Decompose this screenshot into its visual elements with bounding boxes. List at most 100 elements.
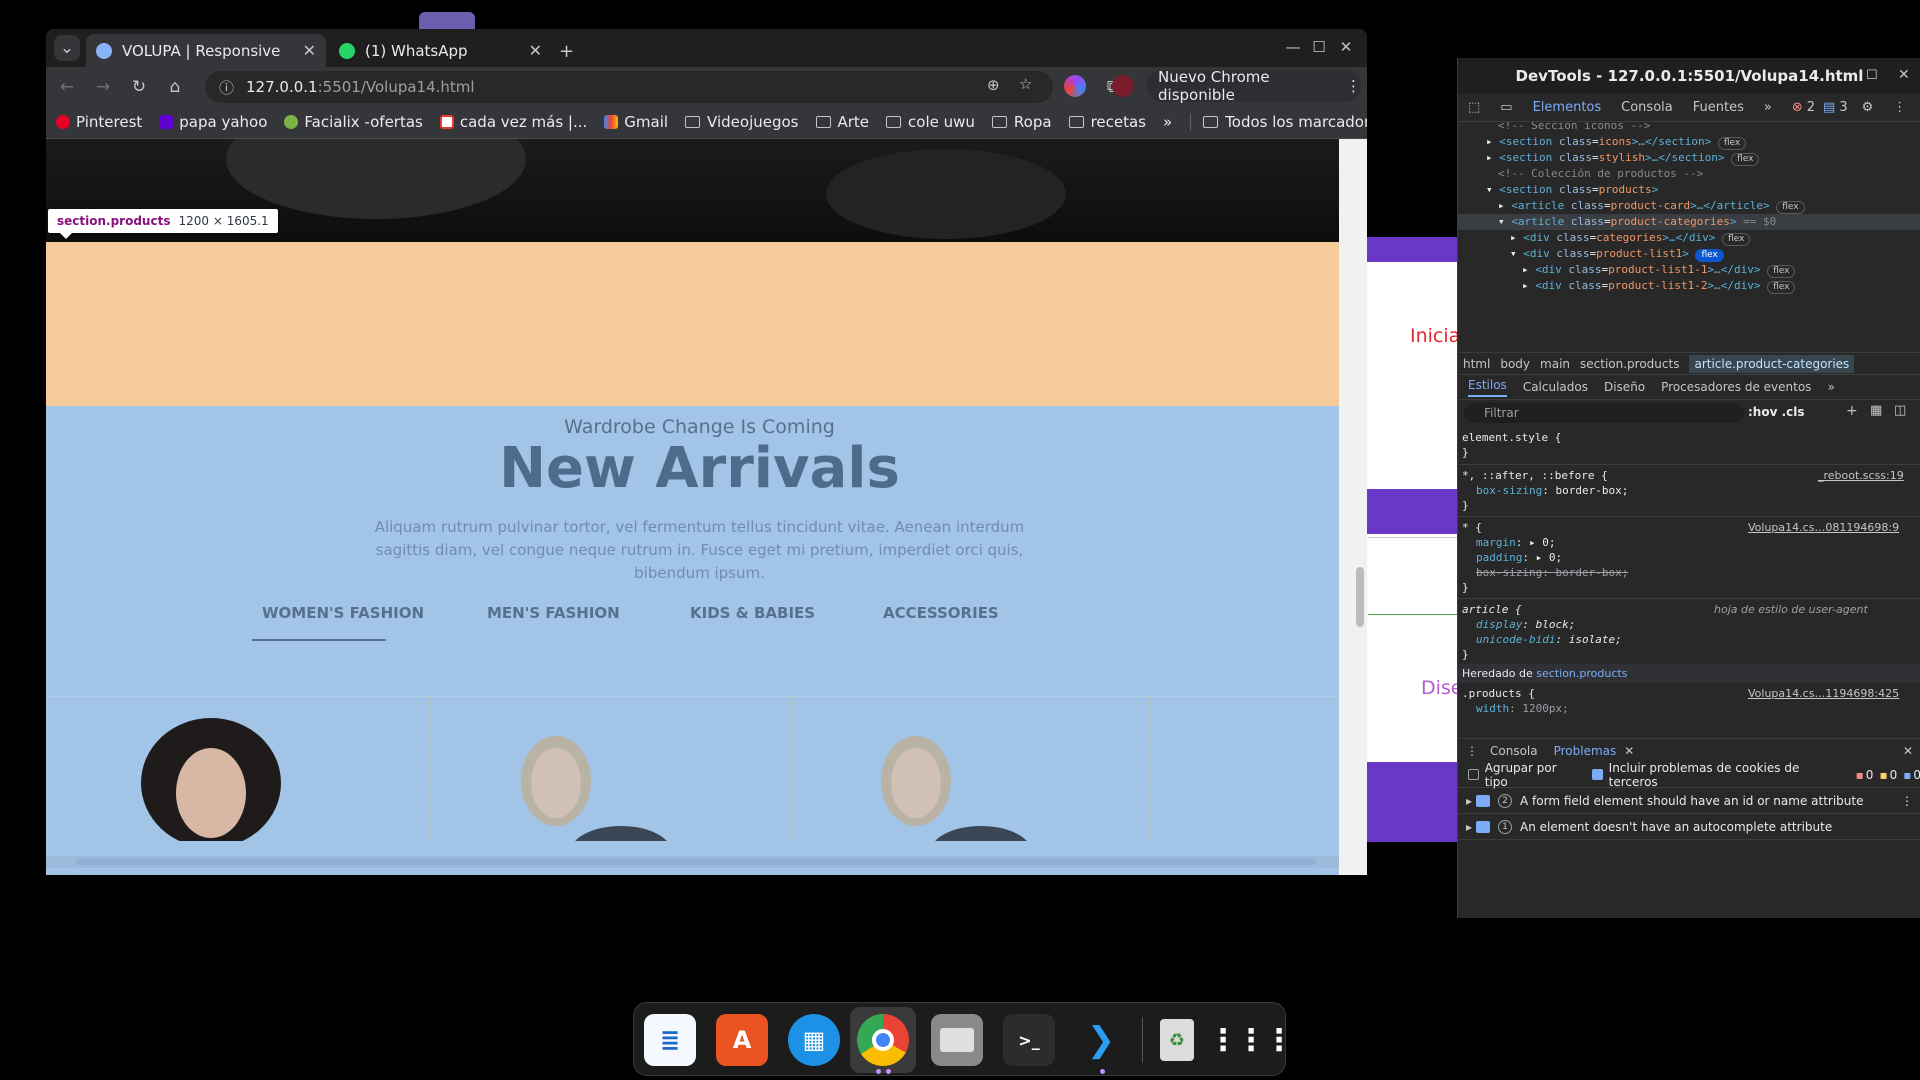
tab-sources[interactable]: Fuentes <box>1693 100 1744 115</box>
tab-volupa[interactable]: VOLUPA | Responsive ✕ <box>86 34 326 67</box>
breadcrumb-item[interactable]: section.products <box>1580 357 1679 371</box>
sidebar-toggle-icon[interactable]: ◫ <box>1894 403 1906 418</box>
avatar[interactable] <box>1112 75 1134 97</box>
maximize-button[interactable]: ☐ <box>1307 35 1331 59</box>
app-grid-icon[interactable]: ⋮⋮⋮ <box>1208 1014 1294 1066</box>
extension-icon[interactable] <box>1064 75 1086 97</box>
paint-icon[interactable]: ▦ <box>1870 403 1882 418</box>
home-icon[interactable]: ⌂ <box>162 74 188 100</box>
more-subtabs-button[interactable]: » <box>1827 380 1834 394</box>
styles-filter-input[interactable]: Filtrar <box>1464 403 1744 423</box>
back-icon[interactable]: ← <box>54 74 80 100</box>
issue-row[interactable]: ▸ 2 A form field element should have an … <box>1458 788 1920 814</box>
third-party-checkbox[interactable] <box>1592 769 1603 780</box>
filter-toggles[interactable]: :hov .cls <box>1748 405 1805 419</box>
tab-computed[interactable]: Calculados <box>1523 380 1588 394</box>
bookmark-folder-ropa[interactable]: Ropa <box>991 113 1052 131</box>
chrome-icon[interactable] <box>857 1014 909 1066</box>
devtools-maximize-button[interactable]: ☐ <box>1866 68 1878 83</box>
settings-gear-icon[interactable]: ⚙ <box>1862 100 1874 115</box>
tab-styles[interactable]: Estilos <box>1468 378 1507 397</box>
breadcrumb-item[interactable]: html <box>1463 357 1490 371</box>
breadcrumb-item-active[interactable]: article.product-categories <box>1689 354 1855 373</box>
dom-node[interactable]: ▸ <div class=categories>…</div> flex <box>1510 230 1751 246</box>
reload-icon[interactable]: ↻ <box>126 74 152 100</box>
issue-row[interactable]: ▸ 1 An element doesn't have an autocompl… <box>1458 814 1920 840</box>
tab-search-button[interactable]: ⌄ <box>54 35 80 61</box>
product-card[interactable] <box>431 696 791 841</box>
bookmark-folder-videojuegos[interactable]: Videojuegos <box>685 113 799 131</box>
breadcrumb-item[interactable]: main <box>1540 357 1570 371</box>
drawer-tab-console[interactable]: Consola <box>1490 744 1538 758</box>
vertical-scroll-thumb[interactable] <box>1356 567 1364 627</box>
dom-node[interactable]: ▾ <section class=products> <box>1486 182 1658 198</box>
files-icon[interactable] <box>931 1014 983 1066</box>
device-toolbar-icon[interactable]: ▭ <box>1500 100 1512 115</box>
site-info-icon[interactable]: ⓘ <box>219 77 234 98</box>
bookmarks-overflow-button[interactable]: » <box>1163 113 1172 131</box>
docker-icon[interactable]: ▦ <box>788 1014 840 1066</box>
close-drawer-tab-icon[interactable]: ✕ <box>1624 744 1634 758</box>
dom-node[interactable]: ▾ <div class=product-list1> flex <box>1510 246 1724 262</box>
chrome-update-button[interactable]: Nuevo Chrome disponible ⋮ <box>1146 68 1361 104</box>
category-mens[interactable]: MEN'S FASHION <box>487 604 620 622</box>
group-by-type-checkbox[interactable] <box>1468 769 1479 780</box>
close-tab-icon[interactable]: ✕ <box>529 41 542 60</box>
tab-event-listeners[interactable]: Procesadores de eventos <box>1661 380 1811 394</box>
desktop-folder-icon[interactable] <box>419 12 475 30</box>
product-card[interactable] <box>46 696 431 841</box>
dom-node[interactable]: ▸ <article class=product-card>…</article… <box>1498 198 1805 214</box>
issue-menu-icon[interactable]: ⋮ <box>1901 794 1913 808</box>
trash-icon[interactable]: ♻ <box>1151 1014 1203 1066</box>
address-bar[interactable]: ⓘ 127.0.0.1:5501/Volupa14.html ⊕ ☆ <box>205 71 1053 103</box>
dom-node[interactable]: ▸ <section class=icons>…</section> flex <box>1486 134 1747 150</box>
bookmark-folder-cole[interactable]: cole uwu <box>886 113 975 131</box>
drawer-tab-issues[interactable]: Problemas <box>1554 744 1617 758</box>
category-accessories[interactable]: ACCESSORIES <box>883 604 999 622</box>
rule-source-link[interactable]: Volupa14.cs…1194698:425 <box>1748 686 1899 701</box>
tab-whatsapp[interactable]: (1) WhatsApp ✕ <box>329 34 552 67</box>
product-card[interactable] <box>791 696 1151 841</box>
devtools-menu-icon[interactable]: ⋮ <box>1893 100 1906 115</box>
rule-source-link[interactable]: _reboot.scss:19 <box>1818 468 1904 483</box>
breadcrumb-item[interactable]: body <box>1500 357 1530 371</box>
terminal-icon[interactable]: >_ <box>1003 1014 1055 1066</box>
tab-elements[interactable]: Elementos <box>1533 100 1602 115</box>
vertical-scrollbar[interactable] <box>1353 139 1367 875</box>
bookmark-facialix[interactable]: Facialix -ofertas <box>284 113 423 131</box>
inspect-element-icon[interactable]: ⬚ <box>1468 100 1480 115</box>
close-window-button[interactable]: ✕ <box>1334 35 1358 59</box>
new-tab-button[interactable]: + <box>559 41 574 62</box>
tab-layout[interactable]: Diseño <box>1604 380 1645 394</box>
dom-node[interactable]: ▸ <div class=product-list1-1>…</div> fle… <box>1522 262 1796 278</box>
dom-node[interactable]: ▸ <div class=product-list1-2>…</div> fle… <box>1522 278 1796 294</box>
message-count-icon[interactable]: ▤ <box>1823 100 1835 115</box>
tab-console[interactable]: Consola <box>1621 100 1673 115</box>
bookmark-yahoo[interactable]: papa yahoo <box>159 113 267 131</box>
category-kids[interactable]: KIDS & BABIES <box>690 604 815 622</box>
close-tab-icon[interactable]: ✕ <box>303 41 316 60</box>
all-bookmarks-button[interactable]: Todos los marcadores <box>1190 112 1367 131</box>
drawer-menu-icon[interactable]: ⋮ <box>1466 744 1478 758</box>
dom-node-selected[interactable]: ▾ <article class=product-categories> == … <box>1458 214 1920 230</box>
rule-source-link[interactable]: Volupa14.cs…081194698:9 <box>1748 520 1899 535</box>
category-womens[interactable]: WOMEN'S FASHION <box>262 604 424 622</box>
vscode-icon[interactable]: ❯ <box>1075 1014 1127 1066</box>
app-store-icon[interactable]: A <box>716 1014 768 1066</box>
dom-node[interactable]: ▸ <section class=stylish>…</section> fle… <box>1486 150 1760 166</box>
add-rule-icon[interactable]: + <box>1846 403 1858 419</box>
horizontal-scroll-thumb[interactable] <box>76 859 1316 865</box>
bookmark-site[interactable]: cada vez más |... <box>439 113 587 131</box>
kebab-menu-icon[interactable]: ⋮ <box>1346 77 1361 95</box>
bookmark-pinterest[interactable]: Pinterest <box>56 113 142 131</box>
bookmark-star-icon[interactable]: ☆ <box>1019 75 1032 93</box>
zoom-icon[interactable]: ⊕ <box>987 76 1000 94</box>
devtools-close-button[interactable]: ✕ <box>1898 67 1910 83</box>
bookmark-folder-recetas[interactable]: recetas <box>1068 113 1146 131</box>
minimize-button[interactable]: — <box>1281 35 1305 59</box>
bookmark-gmail[interactable]: Gmail <box>604 113 668 131</box>
close-drawer-icon[interactable]: ✕ <box>1903 744 1913 758</box>
forward-icon[interactable]: → <box>90 74 116 100</box>
bookmark-folder-arte[interactable]: Arte <box>815 113 869 131</box>
error-count-icon[interactable]: ⊗ <box>1792 100 1803 115</box>
